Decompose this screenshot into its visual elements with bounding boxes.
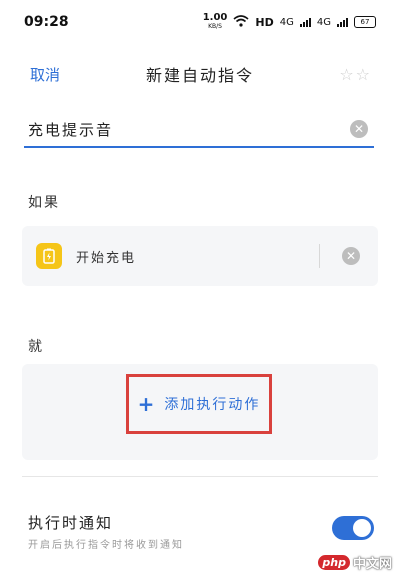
header: 取消 新建自动指令 ☆☆: [0, 52, 400, 96]
favorite-icon[interactable]: ☆☆: [339, 65, 372, 84]
toggle-knob: [353, 519, 371, 537]
status-icons: 1.00 KB/S HD 4G 4G 67: [203, 13, 376, 31]
notify-subtitle: 开启后执行指令时将收到通知: [28, 540, 184, 551]
hd-badge: HD: [255, 15, 274, 29]
name-field-container: ✕: [24, 112, 374, 148]
signal-icon: [299, 17, 311, 27]
notify-toggle[interactable]: [332, 516, 374, 540]
divider: [319, 244, 320, 268]
if-condition-card[interactable]: 开始充电 ✕: [22, 226, 378, 286]
battery-icon: 67: [354, 16, 376, 28]
charging-icon: [36, 243, 62, 269]
net-type-b: 4G: [316, 16, 331, 28]
status-bar: 09:28 1.00 KB/S HD 4G 4G 67: [0, 0, 400, 44]
status-time: 09:28: [24, 14, 69, 30]
remove-condition-icon[interactable]: ✕: [342, 247, 360, 265]
page-title: 新建自动指令: [145, 66, 254, 85]
wifi-icon: [233, 14, 249, 30]
then-action-card: + 添加执行动作: [22, 364, 378, 460]
signal-icon-2: [337, 17, 348, 27]
net-type-a: 4G: [279, 16, 294, 28]
add-action-label: 添加执行动作: [164, 397, 261, 413]
name-input[interactable]: [24, 120, 332, 138]
watermark-logo: php: [318, 554, 350, 570]
notify-title: 执行时通知: [28, 514, 114, 532]
plus-icon: +: [137, 392, 157, 416]
if-section-label: 如果: [28, 195, 60, 211]
then-section-label: 就: [28, 339, 44, 355]
speed-unit: KB/S: [208, 23, 222, 30]
watermark: php 中文网: [318, 552, 392, 572]
network-speed: 1.00 KB/S: [203, 13, 228, 31]
add-action-button[interactable]: + 添加执行动作: [126, 374, 272, 434]
condition-label: 开始充电: [76, 250, 137, 266]
clear-name-icon[interactable]: ✕: [350, 120, 368, 138]
watermark-text: 中文网: [352, 556, 392, 572]
divider-line: [22, 476, 378, 477]
speed-value: 1.00: [202, 12, 228, 23]
cancel-button[interactable]: 取消: [30, 64, 60, 85]
